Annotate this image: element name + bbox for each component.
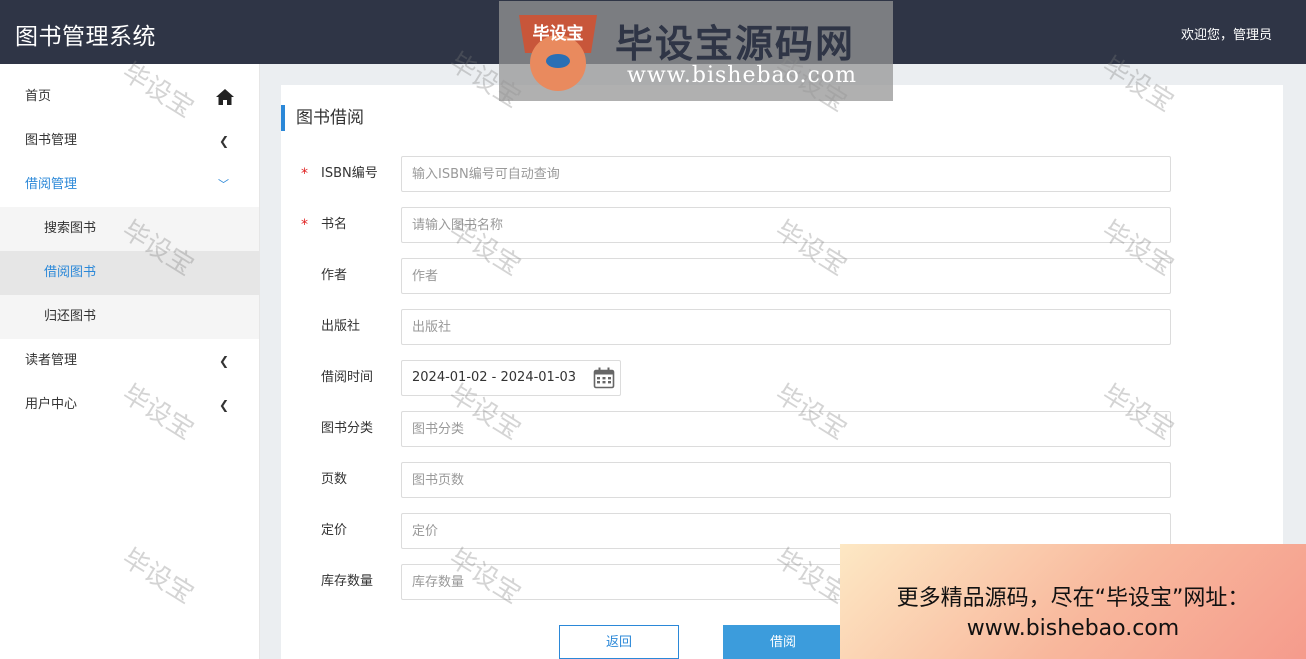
author-input[interactable] xyxy=(401,258,1171,294)
author-label: 作者 xyxy=(321,268,348,283)
category-label: 图书分类 xyxy=(321,421,374,436)
form-row-publisher: 出版社 xyxy=(281,309,1283,345)
sidebar-item-label: 用户中心 xyxy=(25,397,78,412)
page-title: 图书借阅 xyxy=(281,105,364,131)
watermark-brand: 毕设宝源码网 xyxy=(615,22,856,66)
sidebar-item-home[interactable]: 首页 xyxy=(0,75,259,119)
chevron-left-icon: ❮ xyxy=(218,354,229,368)
watermark-badge-logo: 毕设宝 xyxy=(519,15,597,91)
sidebar-item-reader-manage[interactable]: 读者管理 ❮ xyxy=(0,339,259,383)
app-title: 图书管理系统 xyxy=(15,24,156,50)
form-row-category: 图书分类 xyxy=(281,411,1283,447)
sidebar-item-label: 搜索图书 xyxy=(44,221,97,236)
chevron-left-icon: ❮ xyxy=(218,134,229,148)
promo-url: www.bishebao.com xyxy=(966,616,1180,641)
sidebar-item-label: 借阅管理 xyxy=(25,177,78,192)
sidebar-item-label: 首页 xyxy=(25,89,52,104)
watermark-url: www.bishebao.com xyxy=(627,63,857,88)
required-mark: * xyxy=(301,166,308,182)
welcome-text[interactable]: 欢迎您，管理员 xyxy=(1181,24,1272,43)
form-row-pages: 页数 xyxy=(281,462,1283,498)
sidebar-subitem-borrow-book[interactable]: 借阅图书 xyxy=(0,251,259,295)
borrow-button[interactable]: 借阅 xyxy=(723,625,843,659)
promo-text: 更多精品源码，尽在“毕设宝”网址： xyxy=(896,586,1250,611)
stock-label: 库存数量 xyxy=(321,574,374,589)
book-name-input[interactable] xyxy=(401,207,1171,243)
sidebar-item-book-manage[interactable]: 图书管理 ❮ xyxy=(0,119,259,163)
publisher-input[interactable] xyxy=(401,309,1171,345)
chevron-down-icon: ﹀ xyxy=(218,178,229,191)
pages-input[interactable] xyxy=(401,462,1171,498)
sidebar-item-label: 借阅图书 xyxy=(44,265,97,280)
back-button[interactable]: 返回 xyxy=(559,625,679,659)
publisher-label: 出版社 xyxy=(321,319,361,334)
sidebar-subitem-return-book[interactable]: 归还图书 xyxy=(0,295,259,339)
sidebar-subitem-search-book[interactable]: 搜索图书 xyxy=(0,207,259,251)
chevron-left-icon: ❮ xyxy=(218,398,229,412)
calendar-icon[interactable] xyxy=(593,367,615,389)
required-mark: * xyxy=(301,217,308,233)
price-label: 定价 xyxy=(321,523,348,538)
sidebar-item-label: 读者管理 xyxy=(25,353,78,368)
isbn-label: ISBN编号 xyxy=(321,166,378,181)
borrow-time-range-input[interactable]: 2024-01-02 - 2024-01-03 xyxy=(401,360,621,396)
form-row-name: * 书名 xyxy=(281,207,1283,243)
form-row-author: 作者 xyxy=(281,258,1283,294)
watermark-logo: 毕设宝 毕设宝源码网 www.bishebao.com xyxy=(499,1,893,101)
promo-banner: 更多精品源码，尽在“毕设宝”网址： www.bishebao.com xyxy=(840,544,1306,659)
borrow-time-value: 2024-01-02 - 2024-01-03 xyxy=(412,370,577,385)
home-icon xyxy=(216,89,234,105)
pages-label: 页数 xyxy=(321,472,348,487)
form-row-isbn: * ISBN编号 xyxy=(281,156,1283,192)
isbn-input[interactable] xyxy=(401,156,1171,192)
sidebar-item-user-center[interactable]: 用户中心 ❮ xyxy=(0,383,259,427)
sidebar-item-label: 图书管理 xyxy=(25,133,78,148)
sidebar: 首页 图书管理 ❮ 借阅管理 ﹀ 搜索图书 借阅图书 归还图书 读者管理 ❮ 用… xyxy=(0,64,260,659)
category-input[interactable] xyxy=(401,411,1171,447)
sidebar-item-label: 归还图书 xyxy=(44,309,97,324)
book-name-label: 书名 xyxy=(321,217,348,232)
sidebar-item-borrow-manage[interactable]: 借阅管理 ﹀ xyxy=(0,163,259,207)
borrow-time-label: 借阅时间 xyxy=(321,370,374,385)
form-row-borrow-time: 借阅时间 2024-01-02 - 2024-01-03 xyxy=(281,360,1283,396)
watermark-badge-text: 毕设宝 xyxy=(533,23,584,44)
